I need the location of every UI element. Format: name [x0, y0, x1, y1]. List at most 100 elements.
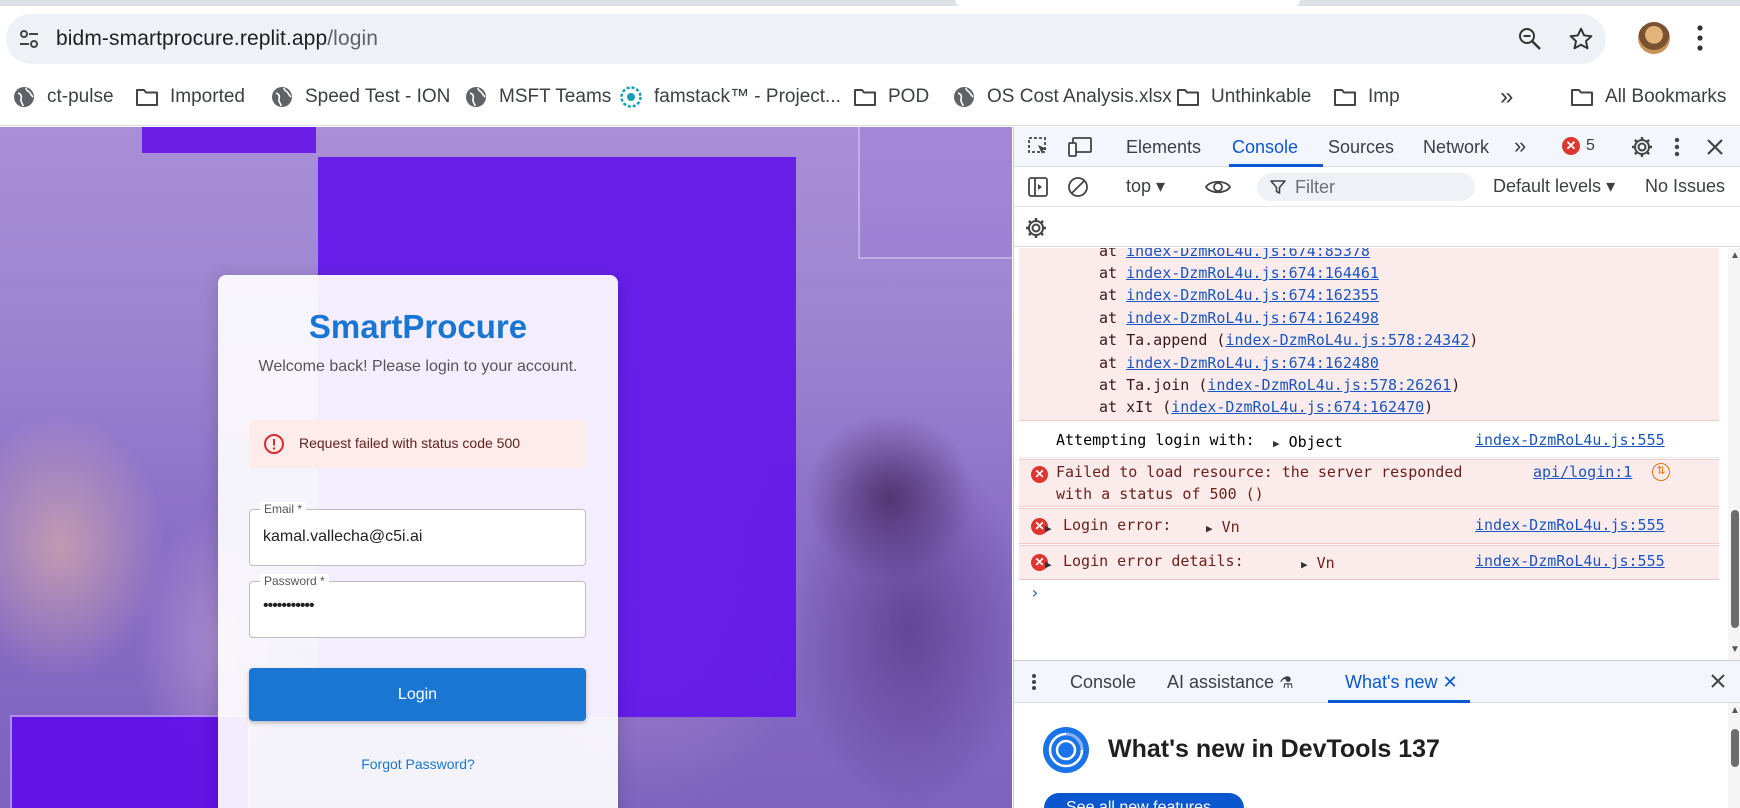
- console-settings-gear-icon[interactable]: [1024, 216, 1048, 240]
- close-tab-icon[interactable]: ✕: [1443, 672, 1458, 692]
- stack-link[interactable]: index-DzmRoL4u.js:578:24342: [1225, 331, 1469, 349]
- url-text[interactable]: bidm-smartprocure.replit.app/login: [56, 27, 378, 51]
- close-drawer-icon[interactable]: [1710, 673, 1726, 689]
- browser-menu-icon[interactable]: [1696, 24, 1704, 52]
- drawer-tab-whats-new[interactable]: What's new ✕: [1345, 672, 1458, 693]
- expand-object-toggle[interactable]: ▶ Vn: [1206, 518, 1240, 536]
- whats-new-scrollbar[interactable]: ▲: [1728, 703, 1740, 808]
- bookmark-famstack[interactable]: famstack™ - Project...: [619, 82, 841, 112]
- scroll-down-arrow[interactable]: ▼: [1730, 644, 1740, 655]
- more-tabs-button[interactable]: »: [1514, 133, 1526, 159]
- zoom-icon[interactable]: [1518, 27, 1542, 51]
- log-text: Failed to load resource: the server resp…: [1056, 463, 1463, 481]
- source-link[interactable]: index-DzmRoL4u.js:555: [1475, 431, 1665, 449]
- drawer-tab-console[interactable]: Console: [1070, 672, 1136, 693]
- site-info-icon[interactable]: [16, 26, 42, 52]
- log-error: ✕ ▶ Login error details: ▶ Vn index-DzmR…: [1019, 545, 1719, 580]
- tab-console[interactable]: Console: [1232, 137, 1298, 158]
- bookmark-label: famstack™ - Project...: [654, 86, 841, 107]
- bookmark-pod[interactable]: POD: [853, 82, 929, 112]
- customize-menu-icon[interactable]: [1674, 137, 1680, 157]
- live-expression-eye-icon[interactable]: [1205, 177, 1231, 197]
- stack-prefix: at: [1099, 398, 1127, 416]
- bookmark-star-icon[interactable]: [1568, 26, 1594, 52]
- more-bookmarks-button[interactable]: »: [1500, 82, 1513, 112]
- famstack-icon: [620, 86, 642, 108]
- url-host: bidm-smartprocure.replit.app: [56, 27, 328, 50]
- bookmark-imp[interactable]: Imp: [1333, 82, 1400, 112]
- password-value[interactable]: •••••••••••: [263, 597, 315, 615]
- tab-elements[interactable]: Elements: [1126, 137, 1201, 158]
- source-link[interactable]: index-DzmRoL4u.js:555: [1475, 552, 1665, 570]
- source-link[interactable]: api/login:1: [1533, 463, 1632, 481]
- expand-triangle-icon[interactable]: ▶: [1045, 518, 1052, 536]
- email-field[interactable]: Email * kamal.vallecha@c5i.ai: [249, 502, 586, 566]
- error-count: 5: [1586, 137, 1595, 154]
- console-scrollbar[interactable]: ▲ ▼: [1728, 248, 1740, 660]
- network-request-icon[interactable]: ⇅: [1652, 463, 1670, 481]
- stack-prefix: at: [1099, 354, 1127, 372]
- bookmark-speed-test[interactable]: Speed Test - ION: [270, 82, 450, 112]
- device-toolbar-icon[interactable]: [1067, 136, 1093, 158]
- scroll-up-arrow[interactable]: ▲: [1730, 705, 1740, 716]
- context-selector[interactable]: top ▾: [1126, 176, 1165, 197]
- drawer-menu-icon[interactable]: [1031, 673, 1037, 691]
- source-link[interactable]: index-DzmRoL4u.js:555: [1475, 516, 1665, 534]
- bookmark-ct-pulse[interactable]: ct-pulse: [12, 82, 114, 112]
- scroll-up-arrow[interactable]: ▲: [1730, 250, 1740, 261]
- scrollbar-thumb[interactable]: [1731, 729, 1739, 767]
- expand-object-toggle[interactable]: ▶ Vn: [1301, 554, 1335, 572]
- decorative-frame: [858, 127, 1012, 259]
- stack-link[interactable]: index-DzmRoL4u.js:674:164461: [1126, 264, 1379, 282]
- stack-link[interactable]: index-DzmRoL4u.js:674:162480: [1126, 354, 1379, 372]
- stack-link[interactable]: index-DzmRoL4u.js:674:85378: [1126, 248, 1370, 260]
- issues-counter[interactable]: No Issues: [1645, 176, 1725, 197]
- inspect-element-icon[interactable]: [1027, 136, 1051, 158]
- email-value[interactable]: kamal.vallecha@c5i.ai: [263, 528, 422, 546]
- error-count-badge[interactable]: ✕ 5: [1562, 137, 1595, 155]
- stack-link[interactable]: index-DzmRoL4u.js:674:162355: [1126, 286, 1379, 304]
- address-bar[interactable]: bidm-smartprocure.replit.app/login: [6, 14, 1606, 64]
- console-toolbar-row2: [1014, 207, 1740, 247]
- drawer-tab-label: What's new: [1345, 672, 1438, 692]
- console-toolbar: top ▾ Filter Default levels ▾ No Issues: [1014, 167, 1740, 207]
- bookmark-label: Imported: [170, 86, 245, 107]
- stack-suffix: ): [1451, 376, 1461, 394]
- sidebar-toggle-icon[interactable]: [1027, 176, 1049, 198]
- log-text: Attempting login with:: [1056, 431, 1255, 449]
- bookmark-unthinkable[interactable]: Unthinkable: [1176, 82, 1311, 112]
- bookmark-imported[interactable]: Imported: [135, 82, 245, 112]
- stack-link[interactable]: index-DzmRoL4u.js:578:26261: [1207, 376, 1451, 394]
- profile-avatar[interactable]: [1638, 22, 1670, 54]
- log-levels-dropdown[interactable]: Default levels ▾: [1493, 176, 1615, 197]
- drawer-tab-ai-assistance[interactable]: AI assistance ⚗: [1167, 672, 1293, 693]
- stack-link[interactable]: index-DzmRoL4u.js:674:162470: [1171, 398, 1424, 416]
- globe-icon: [954, 87, 974, 107]
- forgot-password-link[interactable]: Forgot Password?: [218, 756, 618, 772]
- stack-fn: xIt (: [1126, 398, 1172, 416]
- expand-object-toggle[interactable]: ▶ Object: [1273, 433, 1343, 451]
- see-all-features-button[interactable]: See all new features: [1044, 793, 1244, 808]
- login-button[interactable]: Login: [249, 668, 586, 721]
- console-filter-input[interactable]: Filter: [1257, 173, 1475, 201]
- password-field[interactable]: Password * •••••••••••: [249, 574, 586, 638]
- close-devtools-icon[interactable]: [1706, 138, 1724, 156]
- all-bookmarks[interactable]: All Bookmarks: [1570, 82, 1726, 112]
- login-page: SmartProcure Welcome back! Please login …: [0, 127, 1012, 808]
- tab-sources[interactable]: Sources: [1328, 137, 1394, 158]
- stack-link[interactable]: index-DzmRoL4u.js:674:162498: [1126, 309, 1379, 327]
- clear-console-icon[interactable]: [1067, 176, 1089, 198]
- bookmark-label: ct-pulse: [47, 86, 114, 107]
- password-label: Password *: [260, 574, 329, 588]
- globe-icon: [272, 87, 292, 107]
- tab-network[interactable]: Network: [1423, 137, 1489, 158]
- devtools-logo-icon: [1041, 725, 1091, 775]
- bookmark-os-cost[interactable]: OS Cost Analysis.xlsx: [952, 82, 1172, 112]
- console-prompt[interactable]: ›: [1030, 583, 1040, 602]
- folder-icon: [1177, 89, 1199, 106]
- stack-frame: at index-DzmRoL4u.js:674:164461: [1099, 264, 1379, 282]
- scrollbar-thumb[interactable]: [1731, 510, 1739, 628]
- settings-gear-icon[interactable]: [1630, 135, 1654, 159]
- bookmark-msft-teams[interactable]: MSFT Teams: [464, 82, 611, 112]
- expand-triangle-icon[interactable]: ▶: [1045, 554, 1052, 572]
